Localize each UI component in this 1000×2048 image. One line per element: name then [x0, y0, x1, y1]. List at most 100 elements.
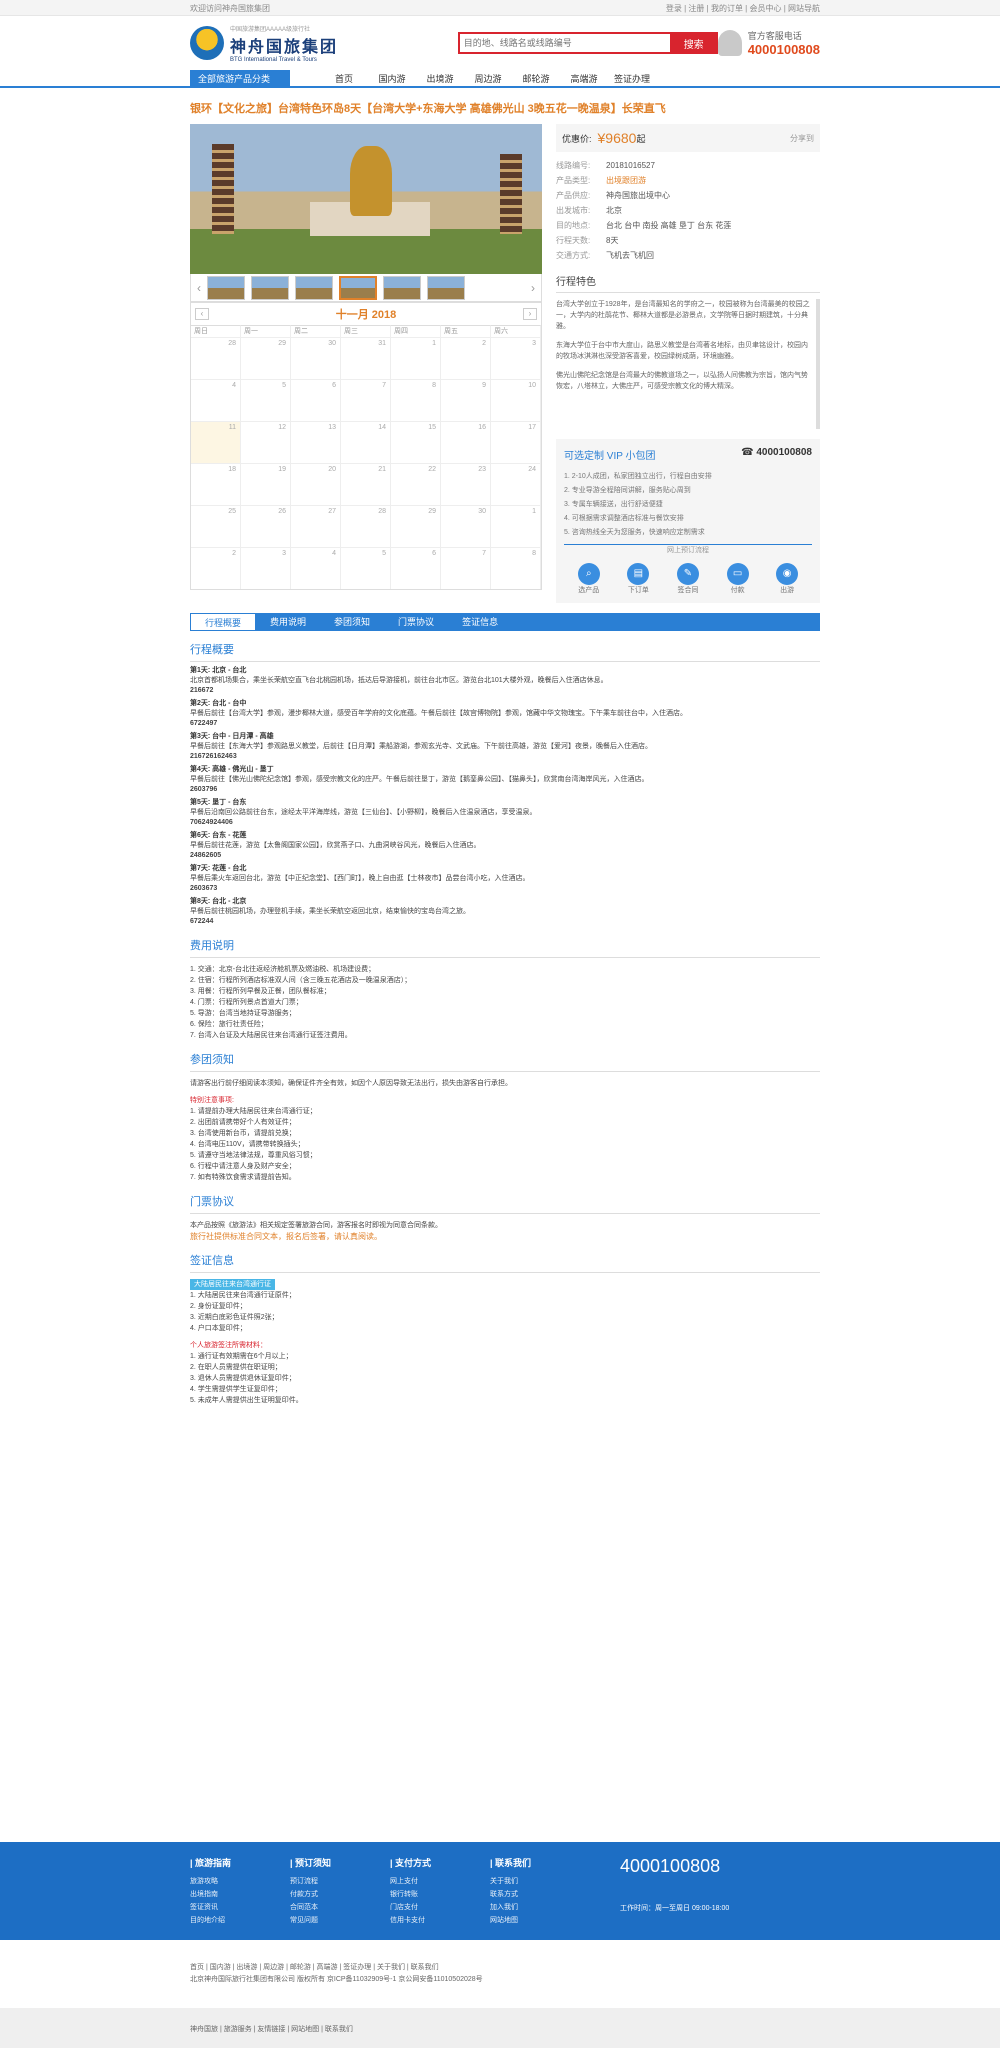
calendar-day[interactable]: 30: [441, 505, 491, 547]
footer-link[interactable]: 网站地图: [490, 1914, 590, 1927]
footer-link[interactable]: 银行转账: [390, 1888, 490, 1901]
calendar-day[interactable]: 1: [391, 337, 441, 379]
nav-item-luxury[interactable]: 高端游: [560, 70, 608, 88]
vip-item: 2. 专业导游全程陪同讲解，服务贴心周到: [564, 487, 691, 494]
nav-item-cruise[interactable]: 邮轮游: [512, 70, 560, 88]
calendar-next-button[interactable]: ›: [523, 308, 537, 320]
step-select[interactable]: ⌕ 选产品: [577, 563, 600, 595]
info-value-link[interactable]: 出境跟团游: [606, 173, 646, 188]
nav-item-domestic[interactable]: 国内游: [368, 70, 416, 88]
calendar-day[interactable]: 23: [441, 463, 491, 505]
calendar-day[interactable]: 8: [391, 379, 441, 421]
step-pay[interactable]: ▭ 付款: [726, 563, 749, 595]
calendar-day[interactable]: 16: [441, 421, 491, 463]
calendar-day[interactable]: 5: [341, 547, 391, 589]
nav-item-outbound[interactable]: 出境游: [416, 70, 464, 88]
tab-fees[interactable]: 费用说明: [256, 613, 320, 631]
nav-item-nearby[interactable]: 周边游: [464, 70, 512, 88]
footer-link[interactable]: 关于我们: [490, 1875, 590, 1888]
calendar-day[interactable]: 28: [191, 337, 241, 379]
calendar-day[interactable]: 31: [341, 337, 391, 379]
tab-visa[interactable]: 签证信息: [448, 613, 512, 631]
calendar-day[interactable]: 10: [491, 379, 541, 421]
footer-nav-links[interactable]: 首页 | 国内游 | 出境游 | 周边游 | 邮轮游 | 高端游 | 签证办理 …: [190, 1962, 820, 1974]
tab-itinerary[interactable]: 行程概要: [190, 613, 257, 631]
calendar-day[interactable]: 17: [491, 421, 541, 463]
calendar-day[interactable]: 22: [391, 463, 441, 505]
thumbnail-active[interactable]: [339, 275, 377, 300]
calendar-day[interactable]: 7: [341, 379, 391, 421]
footer-link[interactable]: 网上支付: [390, 1875, 490, 1888]
calendar-day[interactable]: 2: [191, 547, 241, 589]
thumb-next-icon[interactable]: ›: [531, 281, 535, 295]
calendar-day[interactable]: 8: [491, 547, 541, 589]
calendar-day[interactable]: 27: [291, 505, 341, 547]
thumbnail[interactable]: [295, 275, 333, 300]
footer-link[interactable]: 信用卡支付: [390, 1914, 490, 1927]
feature-text[interactable]: 台湾大学创立于1928年，是台湾最知名的学府之一，校园被称为台湾最美的校园之一，…: [556, 299, 820, 429]
thumb-prev-icon[interactable]: ‹: [197, 281, 201, 295]
nav-item-visa[interactable]: 签证办理: [608, 70, 656, 88]
calendar-day[interactable]: 25: [191, 505, 241, 547]
logo-badge-icon: [190, 26, 224, 60]
calendar-day[interactable]: 30: [291, 337, 341, 379]
calendar-day[interactable]: 11: [191, 421, 241, 463]
footer-link[interactable]: 常见问题: [290, 1914, 390, 1927]
calendar-day[interactable]: 15: [391, 421, 441, 463]
calendar-day[interactable]: 9: [441, 379, 491, 421]
info-value: 北京: [606, 206, 622, 215]
bottom-links[interactable]: 神舟国旅 | 旅游服务 | 友情链接 | 网站地图 | 联系我们: [190, 2008, 1000, 2034]
logo[interactable]: 中国旅游集团AAAAA级旅行社 神舟国旅集团 BTG International…: [190, 24, 418, 63]
calendar-day[interactable]: 13: [291, 421, 341, 463]
share-link[interactable]: 分享到: [790, 133, 814, 144]
step-contract[interactable]: ✎ 签合同: [676, 563, 699, 595]
calendar-day[interactable]: 20: [291, 463, 341, 505]
footer-link[interactable]: 预订流程: [290, 1875, 390, 1888]
calendar-day[interactable]: 5: [241, 379, 291, 421]
calendar-day[interactable]: 26: [241, 505, 291, 547]
thumbnail[interactable]: [251, 275, 289, 300]
calendar-day[interactable]: 6: [291, 379, 341, 421]
calendar-day[interactable]: 29: [241, 337, 291, 379]
search-button[interactable]: 搜索: [669, 32, 718, 54]
tab-notice[interactable]: 参团须知: [320, 613, 384, 631]
calendar-day[interactable]: 1: [491, 505, 541, 547]
calendar-day[interactable]: 29: [391, 505, 441, 547]
topbar-links[interactable]: 登录 | 注册 | 我的订单 | 会员中心 | 网站导航: [666, 3, 820, 14]
calendar-prev-button[interactable]: ‹: [195, 308, 209, 320]
itinerary-day: 第6天: 台东 - 花莲 早餐后前往花莲，游览【太鲁阁国家公园】，欣赏燕子口、九曲…: [190, 831, 820, 861]
footer-link[interactable]: 加入我们: [490, 1901, 590, 1914]
footer-link[interactable]: 出境指南: [190, 1888, 290, 1901]
calendar-day[interactable]: 3: [491, 337, 541, 379]
footer-link[interactable]: 联系方式: [490, 1888, 590, 1901]
tab-contract[interactable]: 门票协议: [384, 613, 448, 631]
footer-link[interactable]: 合同范本: [290, 1901, 390, 1914]
calendar-day[interactable]: 4: [291, 547, 341, 589]
contract-line[interactable]: 旅行社提供标准合同文本，报名后签署，请认真阅读。: [190, 1231, 820, 1242]
calendar-day[interactable]: 2: [441, 337, 491, 379]
calendar-day[interactable]: 19: [241, 463, 291, 505]
step-travel[interactable]: ◉ 出游: [776, 563, 799, 595]
nav-category-button[interactable]: 全部旅游产品分类: [190, 70, 290, 88]
calendar-day[interactable]: 24: [491, 463, 541, 505]
calendar-day[interactable]: 12: [241, 421, 291, 463]
footer-link[interactable]: 签证资讯: [190, 1901, 290, 1914]
calendar-day[interactable]: 7: [441, 547, 491, 589]
footer-link[interactable]: 付款方式: [290, 1888, 390, 1901]
footer-link[interactable]: 门店支付: [390, 1901, 490, 1914]
calendar-day[interactable]: 4: [191, 379, 241, 421]
calendar-day[interactable]: 3: [241, 547, 291, 589]
thumbnail[interactable]: [207, 275, 245, 300]
calendar-day[interactable]: 18: [191, 463, 241, 505]
thumbnail[interactable]: [383, 275, 421, 300]
calendar-day[interactable]: 21: [341, 463, 391, 505]
thumbnail[interactable]: [427, 275, 465, 300]
calendar-day[interactable]: 28: [341, 505, 391, 547]
footer-link[interactable]: 目的地介绍: [190, 1914, 290, 1927]
step-order[interactable]: ▤ 下订单: [627, 563, 650, 595]
footer-link[interactable]: 旅游攻略: [190, 1875, 290, 1888]
search-input[interactable]: [457, 32, 670, 54]
calendar-day[interactable]: 6: [391, 547, 441, 589]
nav-item-home[interactable]: 首页: [320, 70, 368, 88]
calendar-day[interactable]: 14: [341, 421, 391, 463]
